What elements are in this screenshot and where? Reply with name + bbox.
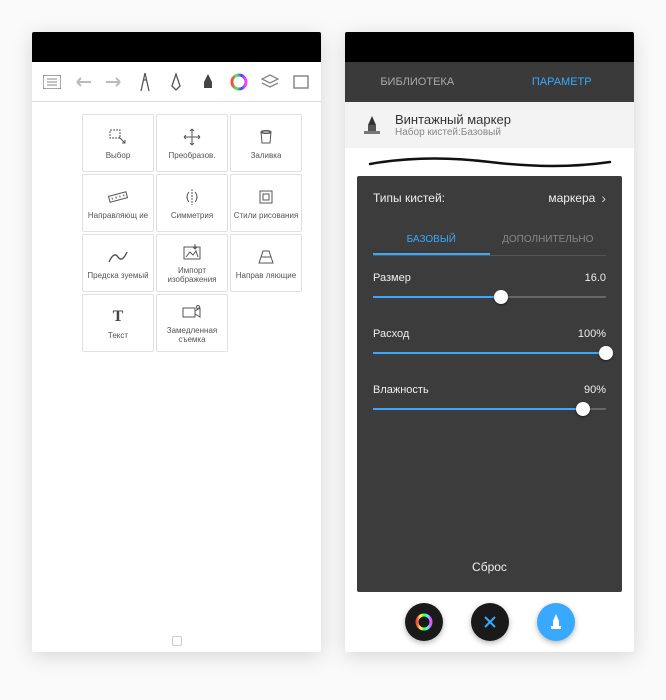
- import-icon: [181, 241, 203, 263]
- text-icon: T: [107, 306, 129, 328]
- tool-guides[interactable]: Направляющ ие: [82, 174, 154, 232]
- stroke-preview: [345, 148, 634, 176]
- slider-wetness[interactable]: Влажность 90%: [373, 384, 606, 416]
- move-icon: [181, 126, 203, 148]
- symmetry-icon: [181, 186, 203, 208]
- layers-icon[interactable]: [258, 70, 282, 94]
- tool-label: Импорт изображения: [158, 267, 226, 285]
- reset-button[interactable]: Сброс: [373, 548, 606, 580]
- undo-icon[interactable]: [71, 70, 95, 94]
- brush-tip-icon[interactable]: [196, 70, 220, 94]
- fullscreen-icon[interactable]: [289, 70, 313, 94]
- slider-size[interactable]: Размер 16.0: [373, 272, 606, 304]
- tool-label: Выбор: [106, 152, 131, 161]
- tool-timelapse[interactable]: Замедленная съемка: [156, 294, 228, 352]
- bottom-dock: [345, 592, 634, 652]
- top-tabs: БИБЛИОТЕКА ПАРАМЕТР: [345, 62, 634, 102]
- tool-fill[interactable]: Заливка: [230, 114, 302, 172]
- slider-name: Размер: [373, 272, 411, 284]
- tool-perspective[interactable]: Направ ляющие: [230, 234, 302, 292]
- tool-symmetry[interactable]: Симметрия: [156, 174, 228, 232]
- drawstyle-icon: [255, 186, 277, 208]
- brush-title: Винтажный маркер: [395, 112, 511, 127]
- tool-label: Текст: [108, 332, 128, 341]
- brush-type-value: маркера: [548, 191, 595, 205]
- pen-icon[interactable]: [164, 70, 188, 94]
- slider-value: 90%: [584, 384, 606, 396]
- sub-tabs: БАЗОВЫЙ ДОПОЛНИТЕЛЬНО: [373, 226, 606, 256]
- phone-left: Выбор Преобразов. Заливка Направляющ ие …: [32, 32, 321, 652]
- status-bar: [32, 32, 321, 62]
- slider-name: Расход: [373, 328, 409, 340]
- tool-drawstyles[interactable]: Стили рисования: [230, 174, 302, 232]
- subtab-advanced[interactable]: ДОПОЛНИТЕЛЬНО: [490, 226, 607, 255]
- tool-import-image[interactable]: Импорт изображения: [156, 234, 228, 292]
- chevron-right-icon: ›: [601, 190, 606, 206]
- brush-header[interactable]: Винтажный маркер Набор кистей:Базовый: [345, 102, 634, 148]
- tool-label: Заливка: [251, 152, 282, 161]
- tool-select[interactable]: Выбор: [82, 114, 154, 172]
- slider-track[interactable]: [373, 402, 606, 416]
- tool-label: Замедленная съемка: [158, 327, 226, 345]
- params-panel: Типы кистей: маркера › БАЗОВЫЙ ДОПОЛНИТЕ…: [357, 176, 622, 592]
- perspective-icon: [255, 246, 277, 268]
- dock-color-button[interactable]: [405, 603, 443, 641]
- slider-value: 16.0: [585, 272, 606, 284]
- tool-label: Симметрия: [171, 212, 213, 221]
- tool-label: Предска зуемый: [87, 272, 148, 281]
- slider-track[interactable]: [373, 290, 606, 304]
- tool-predictive[interactable]: Предска зуемый: [82, 234, 154, 292]
- bucket-icon: [255, 126, 277, 148]
- tab-params[interactable]: ПАРАМЕТР: [490, 62, 635, 102]
- brush-type-row[interactable]: Типы кистей: маркера ›: [373, 190, 606, 216]
- brush-type-label: Типы кистей:: [373, 191, 445, 205]
- color-icon[interactable]: [227, 70, 251, 94]
- subtab-basic[interactable]: БАЗОВЫЙ: [373, 226, 490, 255]
- redo-icon[interactable]: [102, 70, 126, 94]
- tool-label: Стили рисования: [234, 212, 299, 221]
- slider-flow[interactable]: Расход 100%: [373, 328, 606, 360]
- phone-right: БИБЛИОТЕКА ПАРАМЕТР Винтажный маркер Наб…: [345, 32, 634, 652]
- slider-track[interactable]: [373, 346, 606, 360]
- dock-close-button[interactable]: [471, 603, 509, 641]
- select-icon: [107, 126, 129, 148]
- status-bar: [345, 32, 634, 62]
- tool-transform[interactable]: Преобразов.: [156, 114, 228, 172]
- brush-subtitle: Набор кистей:Базовый: [395, 127, 511, 138]
- top-toolbar: [32, 62, 321, 102]
- list-icon[interactable]: [40, 70, 64, 94]
- timelapse-icon: [181, 301, 203, 323]
- guides-icon: [107, 186, 129, 208]
- tools-grid: Выбор Преобразов. Заливка Направляющ ие …: [62, 102, 321, 364]
- ruler-icon[interactable]: [133, 70, 157, 94]
- slider-value: 100%: [578, 328, 606, 340]
- curve-icon: [107, 246, 129, 268]
- dock-brush-button[interactable]: [537, 603, 575, 641]
- home-indicator: [32, 636, 321, 646]
- tool-label: Направ ляющие: [236, 272, 296, 281]
- slider-name: Влажность: [373, 384, 429, 396]
- tool-label: Направляющ ие: [88, 212, 148, 221]
- tool-text[interactable]: T Текст: [82, 294, 154, 352]
- tab-library[interactable]: БИБЛИОТЕКА: [345, 62, 490, 102]
- tool-label: Преобразов.: [169, 152, 216, 161]
- brush-thumb-icon: [359, 112, 385, 138]
